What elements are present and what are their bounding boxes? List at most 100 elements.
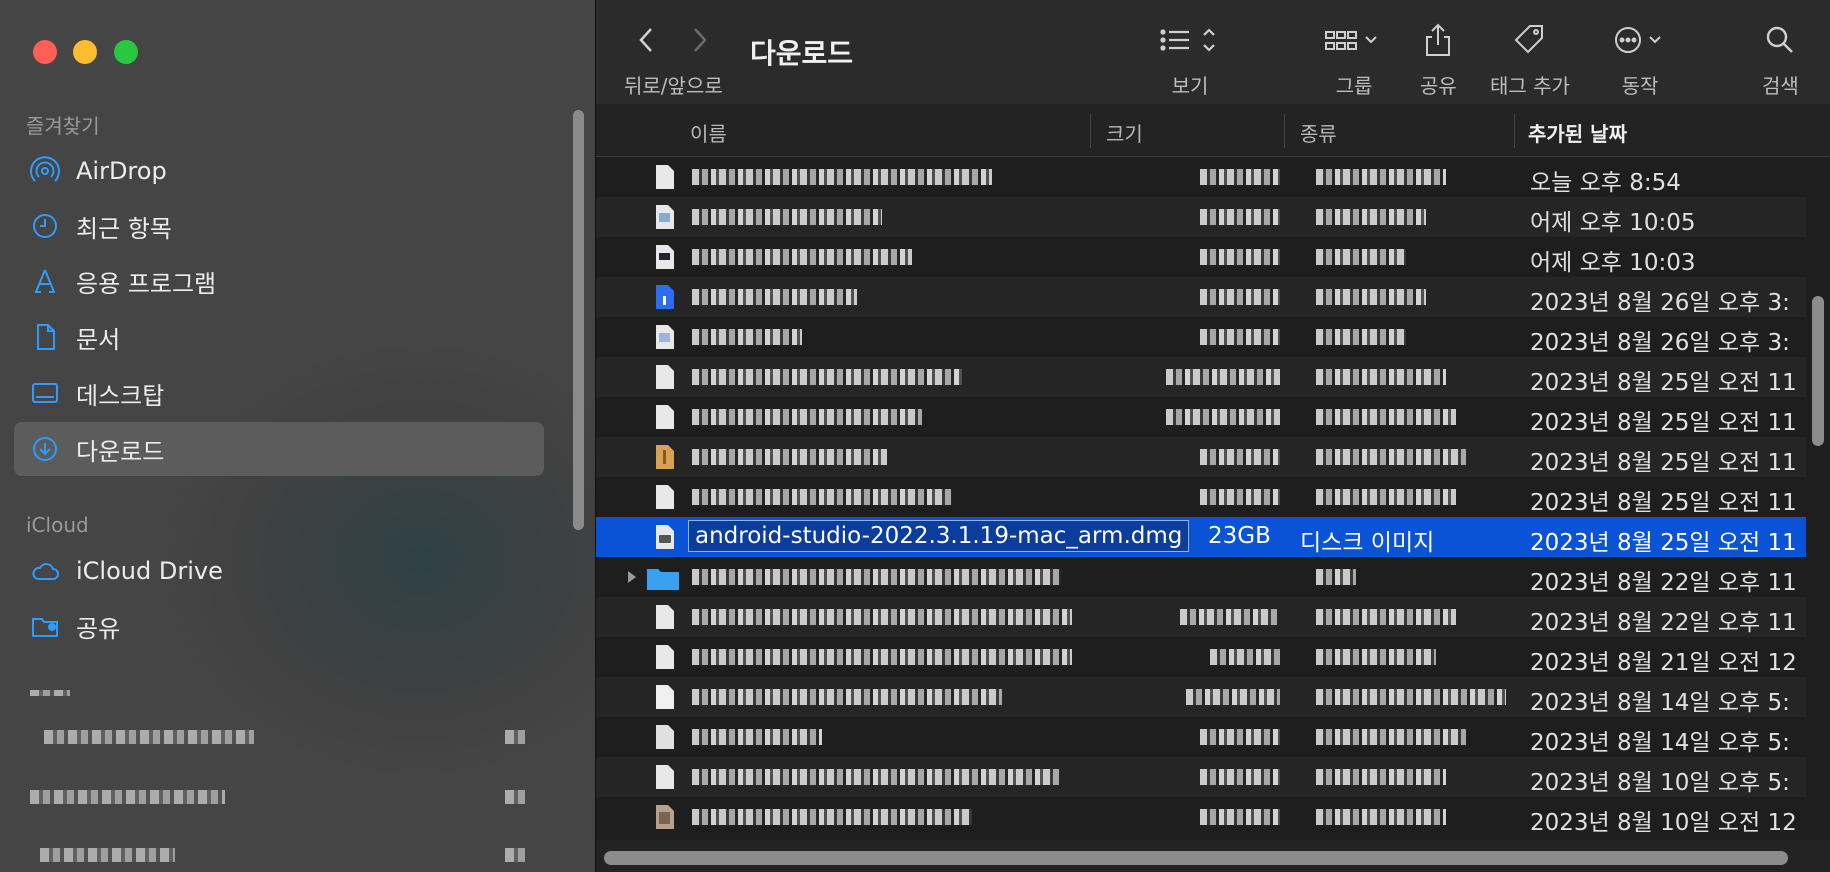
eject-icon[interactable]	[505, 848, 525, 862]
eject-icon[interactable]	[505, 730, 525, 744]
sidebar-item-shared[interactable]: 공유	[14, 599, 544, 653]
redacted-file-kind	[1316, 609, 1456, 625]
airdrop-icon	[30, 156, 60, 186]
redacted-file-name	[692, 769, 1062, 785]
disclosure-triangle-icon[interactable]	[626, 570, 638, 584]
group-button[interactable]: 그룹	[1324, 18, 1384, 99]
sidebar-item-icloud-drive[interactable]: iCloud Drive	[14, 544, 544, 598]
column-date-added-header[interactable]: 추가된 날짜	[1528, 118, 1627, 147]
search-button[interactable]: 검색	[1762, 18, 1799, 99]
file-row[interactable]: 2023년 8월 21일 오전 12	[596, 637, 1806, 677]
file-row[interactable]: 2023년 8월 14일 오후 5:	[596, 717, 1806, 757]
generic-file-icon	[656, 685, 674, 709]
sidebar-item-label: 다운로드	[76, 437, 165, 466]
sidebar-item-downloads[interactable]: 다운로드	[14, 422, 544, 476]
redacted-file-size	[1200, 209, 1280, 225]
back-forward-button[interactable]: 뒤로/앞으로	[624, 18, 723, 99]
column-size-header[interactable]: 크기	[1106, 118, 1143, 147]
file-date-added: 2023년 8월 25일 오전 11	[1530, 530, 1797, 556]
redacted-file-name	[692, 489, 952, 505]
redacted-file-size	[1186, 689, 1280, 705]
sidebar-item-applications[interactable]: 응용 프로그램	[14, 254, 544, 308]
file-row[interactable]: 2023년 8월 10일 오전 12	[596, 797, 1806, 832]
chevron-right-icon[interactable]	[688, 25, 710, 55]
file-row[interactable]: 2023년 8월 14일 오후 5:	[596, 677, 1806, 717]
column-kind-header[interactable]: 종류	[1300, 118, 1337, 147]
zoom-window-button[interactable]	[114, 40, 138, 64]
column-divider[interactable]	[1090, 114, 1091, 148]
file-row[interactable]: 2023년 8월 10일 오후 5:	[596, 757, 1806, 797]
file-row-selected[interactable]: android-studio-2022.3.1.19-mac_arm.dmg 2…	[596, 517, 1806, 557]
shared-folder-icon	[30, 611, 60, 641]
file-row[interactable]: 오늘 오후 8:54	[596, 157, 1806, 197]
redacted-file-size	[1210, 649, 1280, 665]
redacted-file-kind	[1316, 289, 1426, 305]
cloud-icon	[30, 556, 60, 586]
eject-icon[interactable]	[505, 790, 525, 804]
action-button[interactable]: 동작	[1612, 18, 1668, 99]
image-file-icon	[656, 805, 674, 829]
file-name-rename-field[interactable]: android-studio-2022.3.1.19-mac_arm.dmg	[688, 520, 1190, 552]
file-row[interactable]: 2023년 8월 25일 오전 11	[596, 357, 1806, 397]
sidebar-item-label: 문서	[76, 325, 121, 354]
group-icon	[1325, 31, 1377, 50]
redacted-sidebar-item[interactable]	[40, 848, 175, 862]
add-tag-button[interactable]: 태그 추가	[1490, 18, 1570, 99]
sidebar-item-recents[interactable]: 최근 항목	[14, 199, 544, 253]
group-label: 그룹	[1335, 74, 1373, 98]
file-row[interactable]: 2023년 8월 22일 오후 11	[596, 557, 1806, 597]
file-row[interactable]: 2023년 8월 26일 오후 3:	[596, 317, 1806, 357]
ellipsis-circle-icon	[1615, 27, 1661, 53]
column-header: 이름 크기 종류 추가된 날짜	[596, 104, 1830, 157]
sidebar-item-documents[interactable]: 문서	[14, 310, 544, 364]
share-button[interactable]: 공유	[1420, 18, 1457, 99]
search-icon	[1767, 26, 1794, 53]
share-icon	[1426, 23, 1451, 56]
redacted-file-name	[692, 649, 1072, 665]
redacted-file-name	[692, 209, 882, 225]
view-button[interactable]: 보기	[1158, 18, 1222, 99]
redacted-file-size	[1200, 289, 1280, 305]
sidebar-scrollbar[interactable]	[573, 110, 584, 530]
file-date-added: 2023년 8월 22일 오후 11	[1530, 610, 1797, 636]
sidebar-item-label: 데스크탑	[76, 381, 165, 410]
file-list-vertical-scrollbar[interactable]	[1812, 296, 1824, 446]
redacted-file-size	[1200, 449, 1280, 465]
file-list-horizontal-scrollbar[interactable]	[604, 851, 1788, 865]
file-size: 23GB	[1208, 523, 1271, 549]
file-row[interactable]: 2023년 8월 25일 오전 11	[596, 477, 1806, 517]
column-divider[interactable]	[1284, 114, 1285, 148]
add-tag-label: 태그 추가	[1490, 74, 1570, 98]
redacted-file-kind	[1316, 489, 1456, 505]
column-divider[interactable]	[1514, 114, 1515, 148]
generic-file-icon	[656, 365, 674, 389]
redacted-file-kind	[1316, 569, 1356, 585]
redacted-sidebar-item[interactable]	[44, 730, 254, 744]
file-row[interactable]: 2023년 8월 25일 오전 11	[596, 437, 1806, 477]
redacted-file-kind	[1316, 729, 1466, 745]
sidebar-item-desktop[interactable]: 데스크탑	[14, 366, 544, 420]
sidebar: 즐겨찾기 AirDrop 최근 항목 응용 프로그램 문서 데스크탑 다운로드	[0, 0, 596, 872]
file-row[interactable]: 2023년 8월 22일 오후 11	[596, 597, 1806, 637]
redacted-file-name	[692, 449, 887, 465]
file-date-added: 2023년 8월 25일 오전 11	[1530, 490, 1797, 516]
file-row[interactable]: 어제 오후 10:05	[596, 197, 1806, 237]
close-window-button[interactable]	[33, 40, 57, 64]
redacted-file-name	[692, 689, 1002, 705]
chevron-left-icon[interactable]	[636, 25, 658, 55]
image-file-icon	[656, 205, 674, 229]
redacted-file-kind	[1316, 769, 1446, 785]
file-list: 오늘 오후 8:54 어제 오후 10:05 어제 오후 10:03 2023년…	[596, 157, 1806, 832]
file-date-added: 2023년 8월 25일 오전 11	[1530, 450, 1797, 476]
tag-icon	[1514, 25, 1543, 54]
sidebar-item-airdrop[interactable]: AirDrop	[14, 144, 544, 198]
redacted-sidebar-item[interactable]	[30, 790, 225, 804]
file-row[interactable]: 2023년 8월 26일 오후 3:	[596, 277, 1806, 317]
column-name-header[interactable]: 이름	[690, 118, 727, 147]
redacted-file-name	[692, 409, 922, 425]
file-date-added: 2023년 8월 22일 오후 11	[1530, 570, 1797, 596]
redacted-file-size	[1200, 489, 1280, 505]
file-row[interactable]: 2023년 8월 25일 오전 11	[596, 397, 1806, 437]
minimize-window-button[interactable]	[73, 40, 97, 64]
file-row[interactable]: 어제 오후 10:03	[596, 237, 1806, 277]
